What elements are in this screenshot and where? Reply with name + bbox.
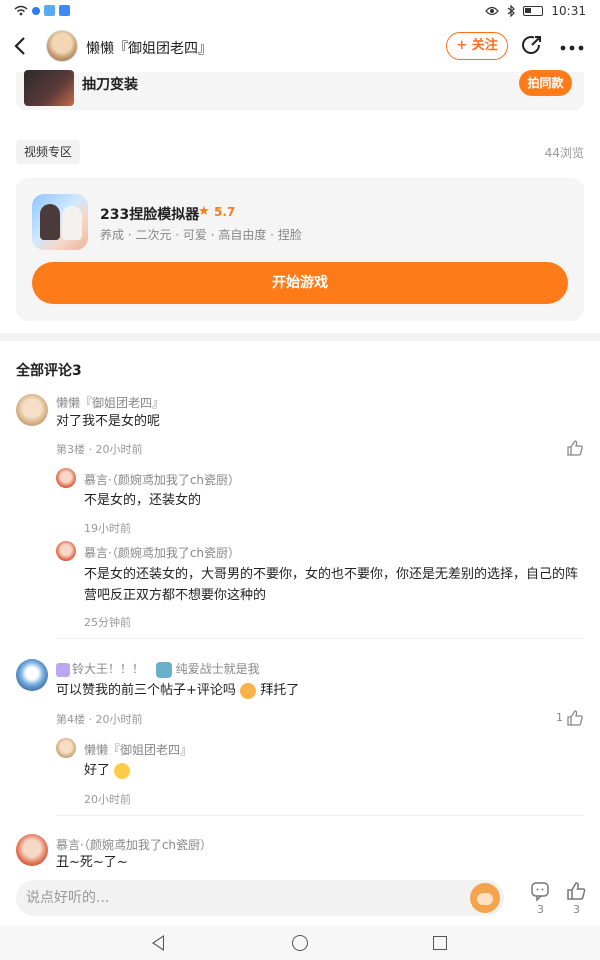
like-count: 3 bbox=[573, 903, 580, 916]
comment-input[interactable]: 说点好听的... bbox=[16, 880, 504, 916]
comment-icon[interactable] bbox=[529, 880, 551, 902]
reply-username[interactable]: 慕言·（颜婉鸢加我了ch瓷厨） bbox=[84, 544, 240, 561]
top-nav-bar: 懒懒『御姐团老四』 + 关注 bbox=[0, 24, 600, 72]
avatar[interactable] bbox=[56, 468, 76, 488]
game-name: 233捏脸模拟器 bbox=[100, 207, 200, 223]
follow-button[interactable]: + 关注 bbox=[446, 32, 508, 60]
video-zone-tag[interactable]: 视频专区 bbox=[16, 140, 81, 164]
comment-username[interactable]: 慕言·（颜婉鸢加我了ch瓷厨） bbox=[56, 836, 212, 853]
status-right: 10:31 bbox=[485, 4, 586, 18]
comment-count: 3 bbox=[537, 903, 544, 916]
app-badge-icon bbox=[44, 5, 55, 16]
comment-username[interactable]: 铃大王！！！ bbox=[72, 662, 144, 676]
avatar[interactable] bbox=[16, 834, 48, 866]
smile-emoji-icon bbox=[114, 762, 131, 779]
status-left bbox=[14, 5, 70, 16]
view-count: 44浏览 bbox=[544, 146, 584, 160]
comments-header: 全部评论3 bbox=[16, 363, 82, 379]
game-rating: 5.7 bbox=[214, 205, 236, 219]
comment-username-row: 铃大王！！！ 纯爱战士就是我 bbox=[56, 660, 260, 678]
avatar[interactable] bbox=[56, 738, 76, 758]
shoot-same-button[interactable]: 拍同款 bbox=[519, 70, 572, 96]
avatar[interactable] bbox=[16, 659, 48, 691]
battery-icon bbox=[523, 6, 544, 16]
comment-text: 对了我不是女的呢 bbox=[56, 414, 161, 429]
like-icon[interactable] bbox=[566, 439, 584, 457]
comment-divider bbox=[56, 815, 584, 816]
nav-back-icon[interactable] bbox=[152, 935, 164, 951]
back-arrow-icon[interactable] bbox=[14, 36, 34, 60]
more-options-icon[interactable] bbox=[560, 36, 584, 54]
star-icon: ★ bbox=[198, 204, 210, 219]
reply-text: 不是女的还装女的，大哥男的不要你，女的也不要你，你还是无差别的选择，自己的阵营吧… bbox=[84, 567, 579, 603]
status-time: 10:31 bbox=[551, 4, 586, 18]
crying-emoji-icon bbox=[240, 682, 257, 699]
share-icon[interactable] bbox=[520, 33, 544, 57]
thumb-up-icon[interactable] bbox=[565, 880, 587, 902]
comment-text: 可以赞我的前三个帖子+评论吗 bbox=[56, 683, 236, 698]
author-name[interactable]: 懒懒『御姐团老四』 bbox=[86, 38, 212, 58]
app-badge-icon-2 bbox=[59, 5, 70, 16]
related-video-card[interactable]: 抽刀变装 拍同款 bbox=[16, 70, 584, 110]
reply-text: 好了 bbox=[84, 763, 111, 778]
video-title: 抽刀变装 bbox=[82, 77, 138, 93]
nav-home-icon[interactable] bbox=[292, 935, 308, 951]
wifi-icon bbox=[14, 5, 28, 16]
comment-text-suffix: 拜托了 bbox=[260, 683, 300, 698]
reply-meta: 20小时前 bbox=[84, 793, 131, 806]
like-icon[interactable] bbox=[566, 709, 584, 727]
video-thumbnail[interactable] bbox=[24, 70, 74, 106]
comment-divider bbox=[56, 638, 584, 639]
author-avatar[interactable] bbox=[46, 30, 78, 62]
app-notification-icon bbox=[32, 6, 40, 15]
nav-recents-icon[interactable] bbox=[433, 936, 447, 950]
system-nav-bar bbox=[0, 926, 600, 960]
reply-text: 不是女的，还装女的 bbox=[84, 493, 202, 508]
section-divider bbox=[0, 333, 600, 341]
bluetooth-icon bbox=[508, 5, 516, 17]
reply-meta: 19小时前 bbox=[84, 522, 131, 535]
reply-username[interactable]: 懒懒『御姐团老四』 bbox=[84, 741, 192, 758]
avatar[interactable] bbox=[16, 394, 48, 426]
comment-meta: 第3楼 · 20小时前 bbox=[56, 443, 143, 456]
reply-text-row: 好了 bbox=[84, 760, 131, 781]
game-tags: 养成 · 二次元 · 可爱 · 高自由度 · 捏脸 bbox=[100, 228, 302, 242]
user-level-badge-icon bbox=[56, 662, 70, 677]
avatar[interactable] bbox=[56, 541, 76, 561]
start-game-button[interactable]: 开始游戏 bbox=[32, 262, 568, 304]
fan-badge-icon bbox=[155, 661, 172, 678]
status-bar: 10:31 bbox=[0, 0, 600, 24]
reply-meta: 25分钟前 bbox=[84, 616, 131, 629]
comment-text-row: 可以赞我的前三个帖子+评论吗 拜托了 bbox=[56, 680, 299, 701]
eye-icon bbox=[485, 6, 500, 16]
like-count: 1 bbox=[556, 711, 563, 724]
game-app-icon[interactable] bbox=[32, 194, 88, 250]
comment-input-bar: 说点好听的... 3 3 bbox=[0, 870, 600, 926]
comment-meta: 第4楼 · 20小时前 bbox=[56, 713, 143, 726]
reply-username[interactable]: 慕言·（颜婉鸢加我了ch瓷厨） bbox=[84, 471, 240, 488]
game-card[interactable]: 233捏脸模拟器 ★ 5.7 养成 · 二次元 · 可爱 · 高自由度 · 捏脸… bbox=[16, 178, 584, 321]
mascot-emoji-icon[interactable] bbox=[470, 883, 500, 913]
user-title-badge: 纯爱战士就是我 bbox=[175, 662, 260, 676]
comment-username[interactable]: 懒懒『御姐团老四』 bbox=[56, 394, 164, 411]
